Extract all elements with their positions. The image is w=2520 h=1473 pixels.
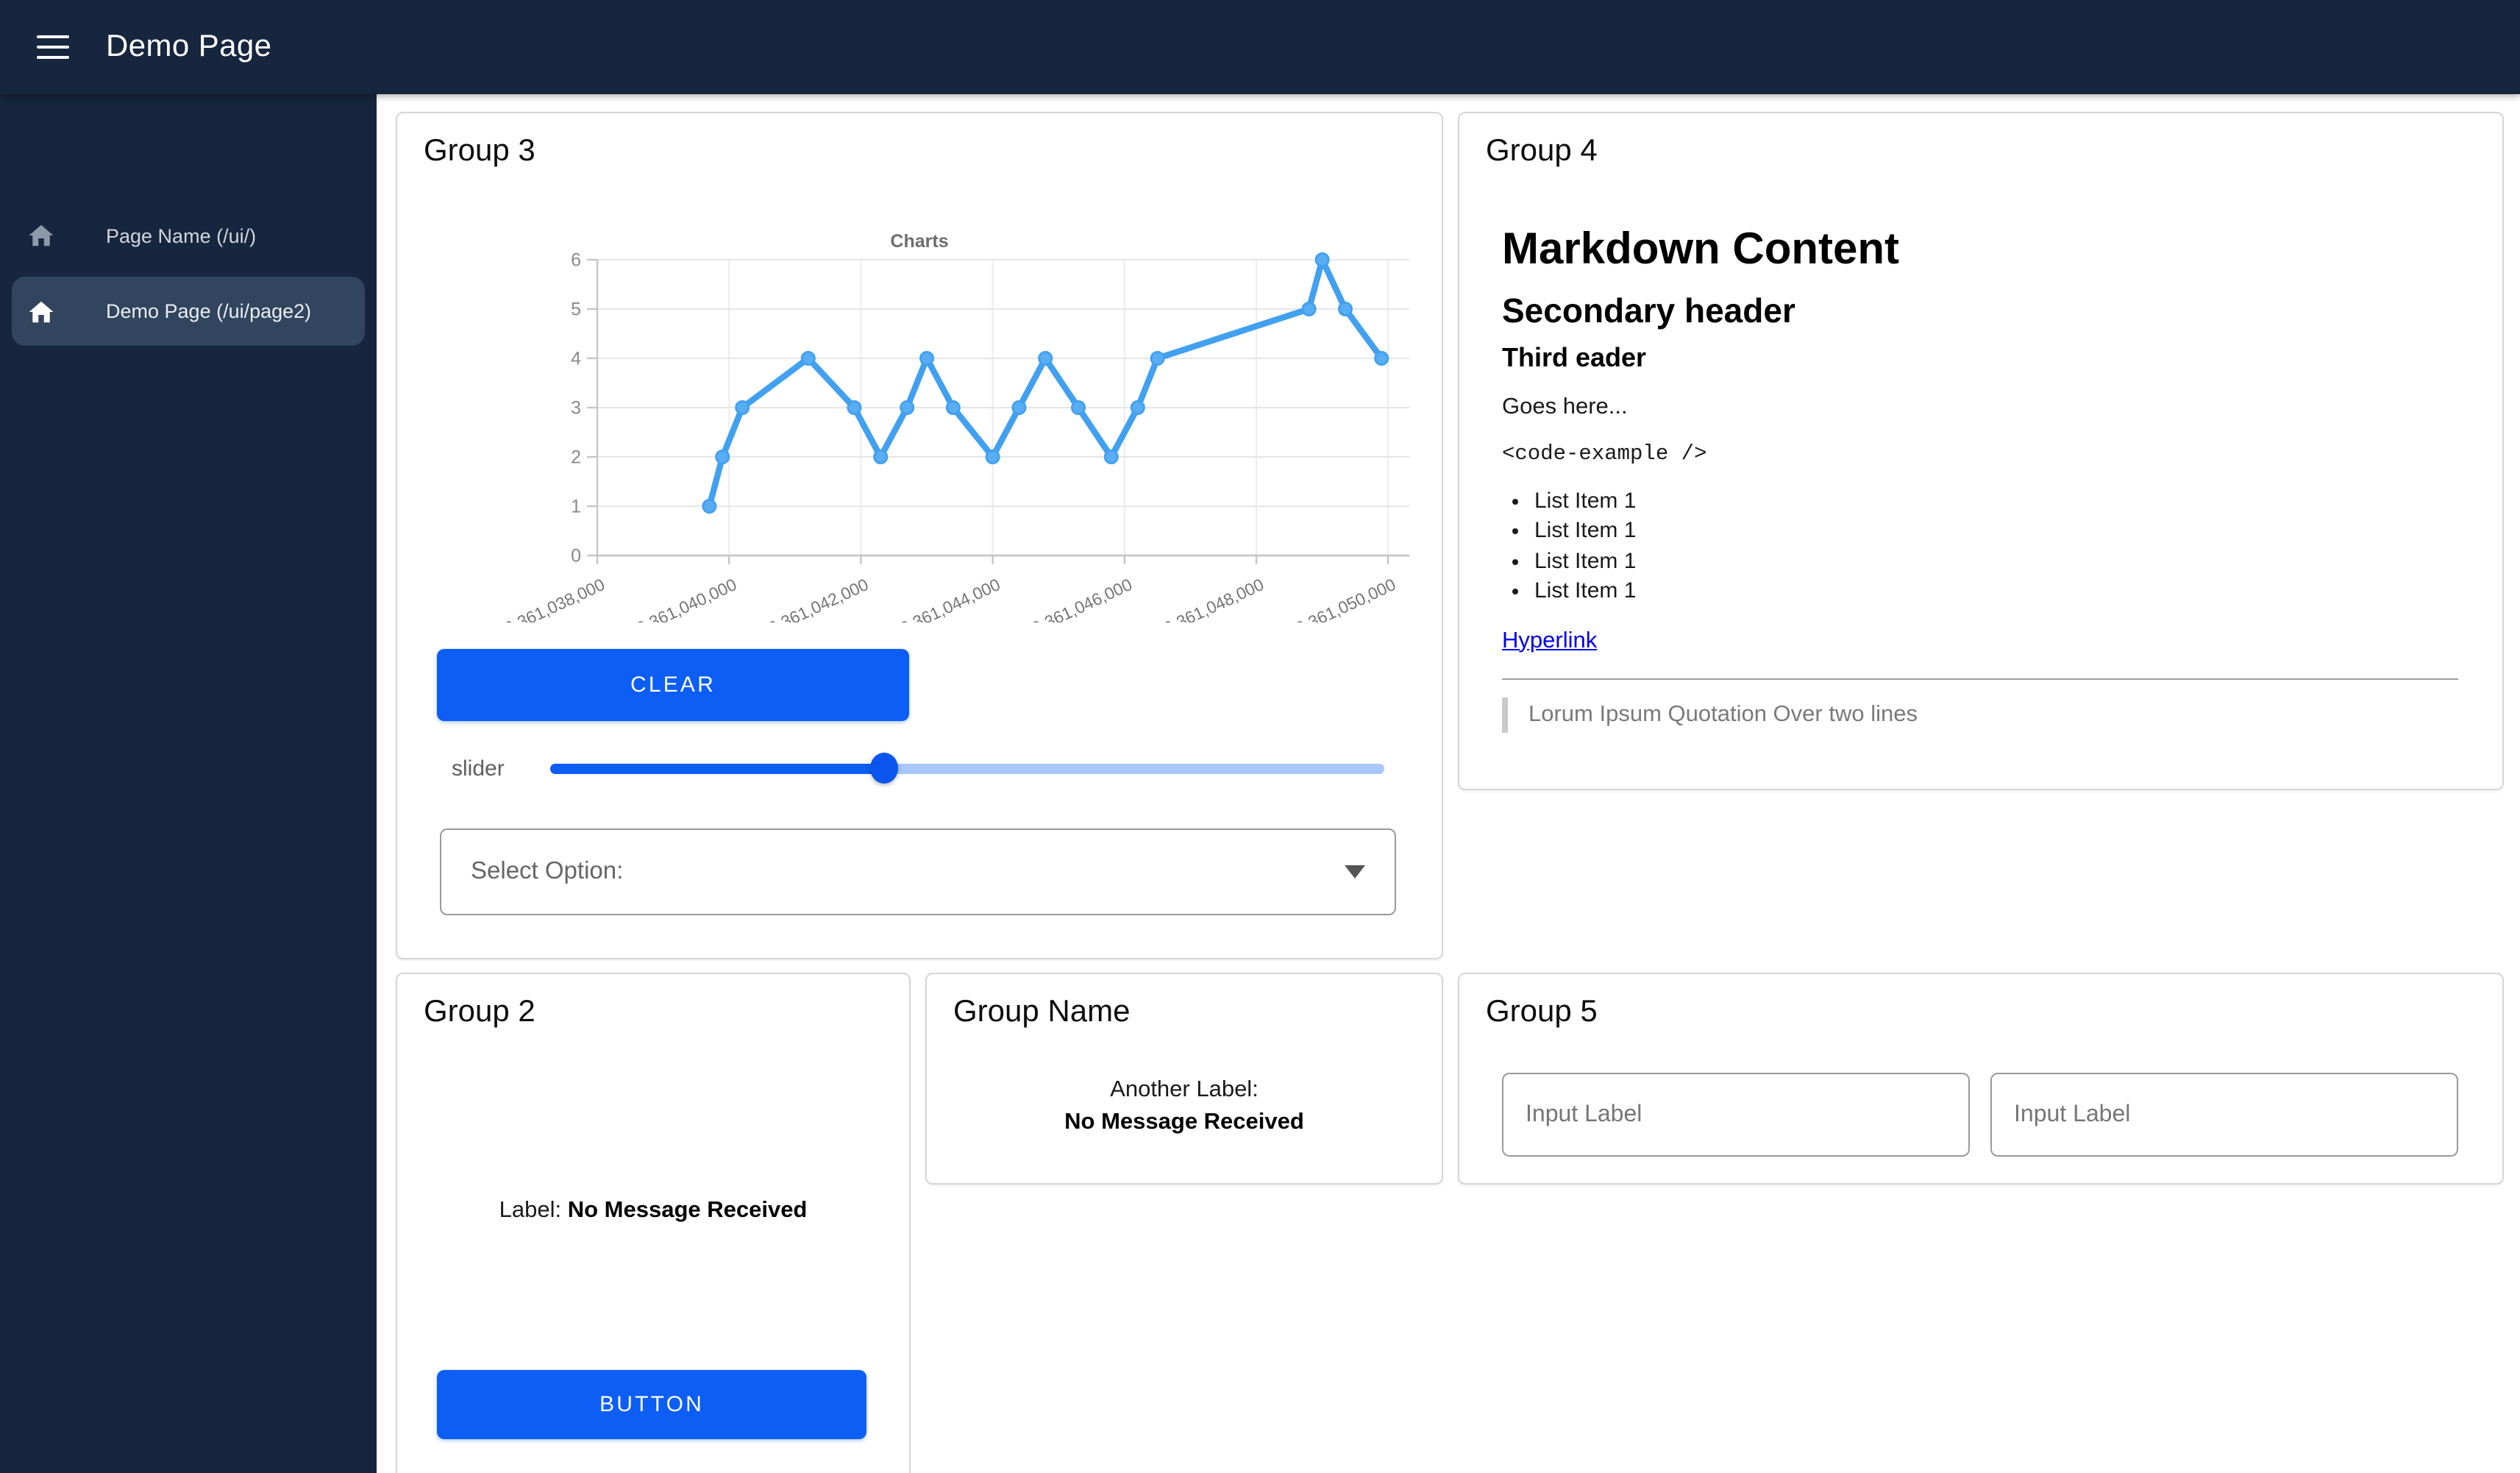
group3-title: Group 3 [424, 134, 535, 169]
slider-label: slider [452, 756, 505, 781]
page: Demo Page Page Name (/ui/) Demo Page (/u… [0, 0, 2520, 1473]
markdown-list: List Item 1 List Item 1 List Item 1 List… [1502, 486, 2458, 607]
markdown-content: Markdown Content Secondary header Third … [1502, 225, 2458, 732]
home-icon [26, 298, 56, 324]
menu-icon[interactable] [21, 15, 85, 79]
svg-text:1,690,361,040,000: 1,690,361,040,000 [603, 575, 739, 622]
svg-text:1,690,361,046,000: 1,690,361,046,000 [999, 575, 1135, 622]
divider [1502, 678, 2458, 679]
markdown-h3: Third eader [1502, 342, 2458, 373]
input-field-1[interactable] [1502, 1073, 1970, 1157]
group4-title: Group 4 [1486, 134, 1598, 169]
top-navbar: Demo Page [0, 0, 2520, 94]
sidebar: Page Name (/ui/) Demo Page (/ui/page2) [0, 94, 377, 1473]
line-chart-container: Charts 1,690,361,038,0001,690,361,040,000… [427, 210, 1412, 622]
home-icon [26, 222, 56, 249]
markdown-h1: Markdown Content [1502, 225, 2458, 276]
svg-text:1,690,361,050,000: 1,690,361,050,000 [1262, 575, 1398, 622]
caret-down-icon [1345, 865, 1365, 879]
svg-text:3: 3 [571, 398, 581, 419]
group-name-label: Another Label: [927, 1077, 1442, 1104]
svg-text:1,690,361,044,000: 1,690,361,044,000 [867, 575, 1003, 622]
markdown-h2: Secondary header [1502, 291, 2458, 330]
svg-text:1,690,361,048,000: 1,690,361,048,000 [1131, 575, 1267, 622]
group-name-message: No Message Received [927, 1110, 1442, 1136]
svg-text:4: 4 [571, 349, 581, 369]
select-option-dropdown[interactable]: Select Option: [440, 828, 1396, 915]
list-item: List Item 1 [1534, 547, 2458, 577]
group-name-title: Group Name [953, 995, 1130, 1030]
slider-control[interactable] [550, 764, 1384, 773]
group3-card: Group 3 Charts1,690,361,038,0001,690,361… [396, 112, 1443, 959]
sidebar-item-page-name[interactable]: Page Name (/ui/) [12, 203, 365, 268]
markdown-code: <code-example /> [1502, 442, 2458, 466]
slider-fill [550, 764, 884, 773]
sidebar-item-label: Page Name (/ui/) [106, 224, 256, 246]
svg-text:0: 0 [571, 546, 581, 567]
select-option-label: Select Option: [471, 858, 623, 886]
group5-card: Group 5 [1458, 973, 2504, 1185]
slider-thumb[interactable] [870, 753, 898, 784]
sidebar-item-label: Demo Page (/ui/page2) [106, 300, 311, 322]
markdown-paragraph: Goes here... [1502, 394, 2458, 420]
list-item: List Item 1 [1534, 517, 2458, 547]
markdown-quote: Lorum Ipsum Quotation Over two lines [1502, 697, 2458, 732]
sidebar-item-demo-page[interactable]: Demo Page (/ui/page2) [12, 277, 365, 346]
group2-button[interactable]: BUTTON [437, 1370, 866, 1439]
svg-text:1,690,361,038,000: 1,690,361,038,000 [471, 575, 608, 622]
group-name-card: Group Name Another Label: No Message Rec… [925, 973, 1443, 1185]
list-item: List Item 1 [1534, 577, 2458, 607]
svg-text:6: 6 [571, 250, 581, 271]
list-item: List Item 1 [1534, 486, 2458, 517]
svg-text:1,690,361,042,000: 1,690,361,042,000 [736, 575, 872, 622]
group4-card: Group 4 Markdown Content Secondary heade… [1458, 112, 2504, 790]
input-field-2[interactable] [1990, 1073, 2458, 1157]
group2-title: Group 2 [424, 995, 535, 1030]
svg-text:Charts: Charts [890, 231, 948, 252]
hyperlink[interactable]: Hyperlink [1502, 628, 1597, 653]
group2-card: Group 2 Label: No Message Received BUTTO… [396, 973, 911, 1473]
line-chart: Charts 1,690,361,038,0001,690,361,040,000… [427, 210, 1412, 622]
svg-text:1: 1 [571, 497, 581, 517]
app-title: Demo Page [106, 0, 271, 94]
group2-message-row: Label: No Message Received [397, 1198, 909, 1224]
group2-label: Label: [499, 1198, 561, 1223]
svg-text:5: 5 [571, 299, 581, 320]
group5-title: Group 5 [1486, 995, 1598, 1030]
clear-button[interactable]: CLEAR [437, 649, 909, 721]
svg-text:2: 2 [571, 447, 581, 468]
group2-message: No Message Received [568, 1198, 808, 1223]
